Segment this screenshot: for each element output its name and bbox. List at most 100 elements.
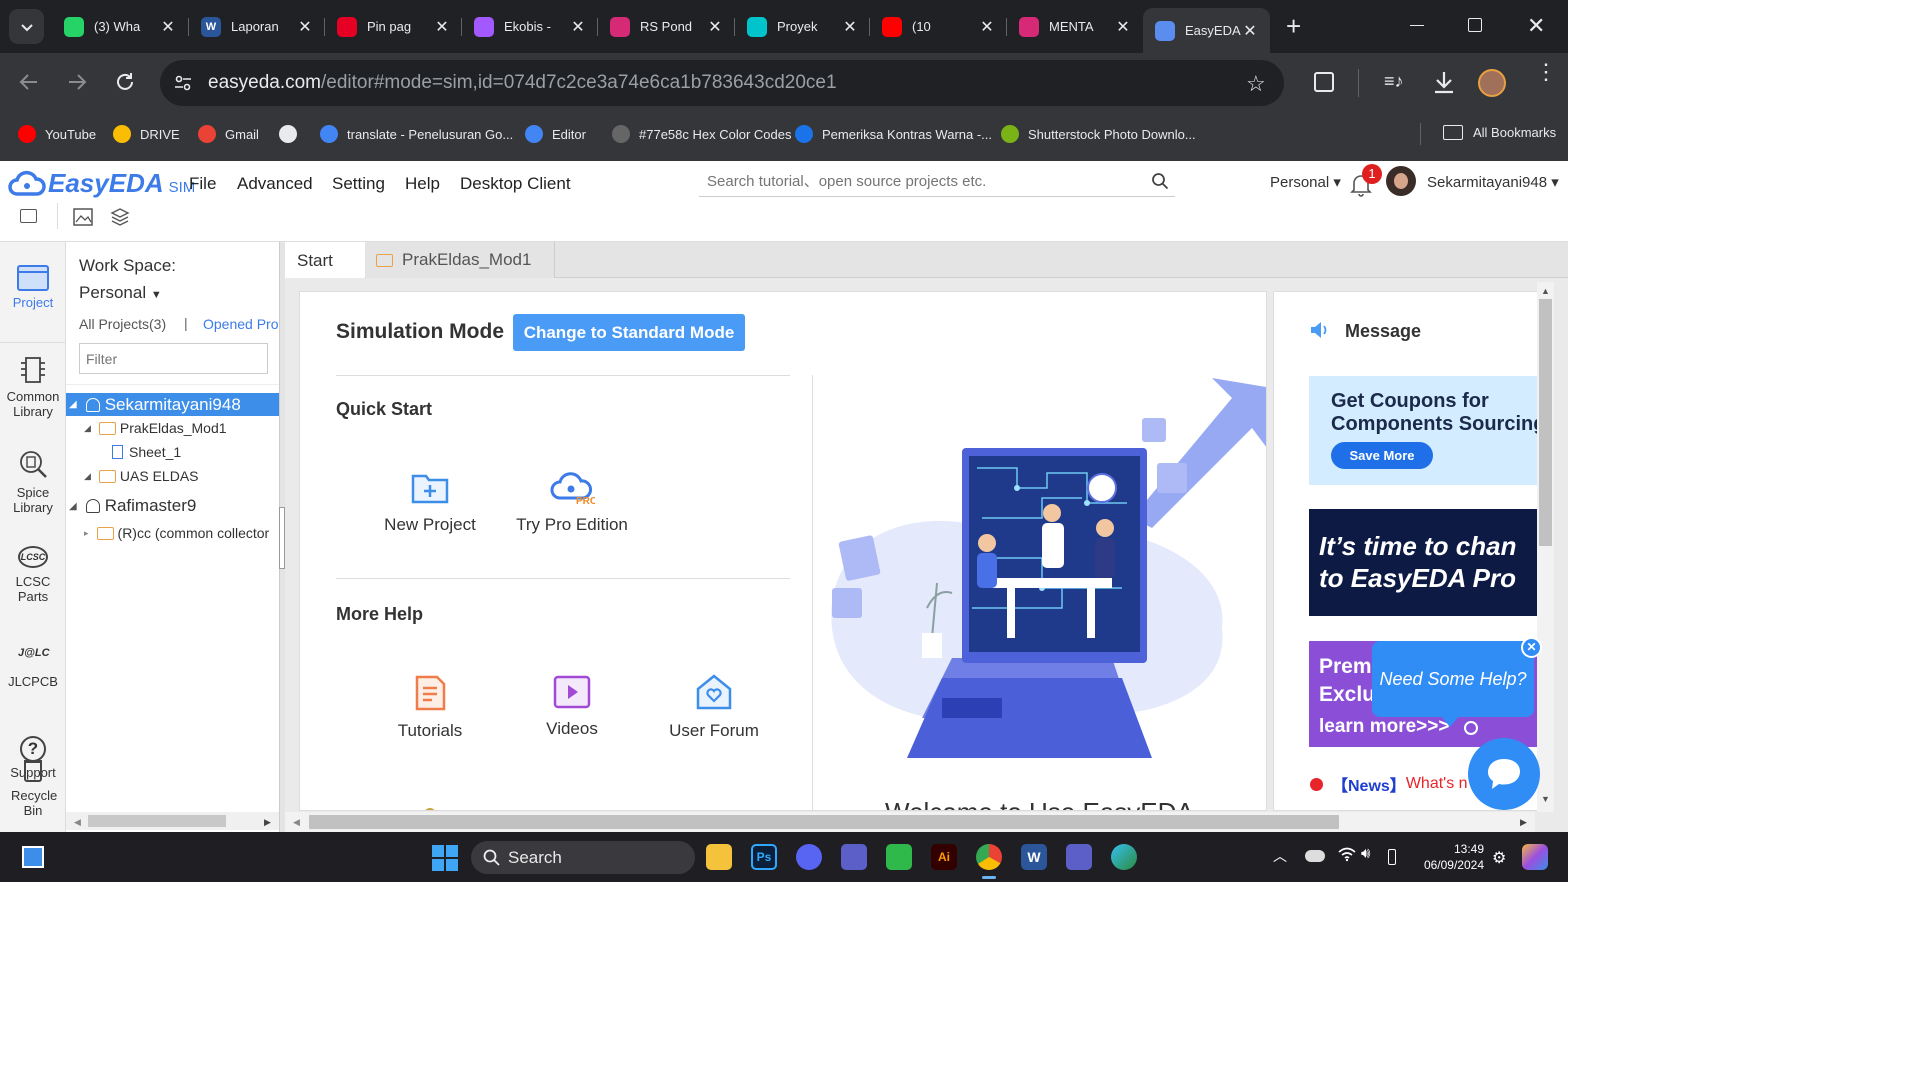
browser-tab[interactable]: Pin pag ✕ (325, 8, 462, 45)
site-info-icon[interactable] (172, 72, 194, 94)
download-icon[interactable] (1432, 69, 1456, 100)
expand-arrow-icon[interactable]: ▸ (84, 528, 89, 539)
tree-node-project[interactable]: ◢ UAS ELDAS (84, 468, 199, 484)
browser-tab[interactable]: W Laporan ✕ (189, 8, 325, 45)
filter-input[interactable] (79, 343, 268, 374)
minimize-button[interactable] (1408, 12, 1426, 30)
bookmark-item[interactable]: translate - Penelusuran Go... (320, 125, 513, 143)
nav-recycle-bin[interactable]: Recycle Bin (0, 760, 66, 818)
workspace-select[interactable]: Personal ▼ (79, 283, 162, 303)
browser-tab[interactable]: (10 ✕ (870, 8, 1007, 45)
nav-project[interactable]: Project (0, 262, 66, 310)
change-mode-button[interactable]: Change to Standard Mode (513, 314, 745, 351)
search-input[interactable] (707, 169, 1137, 193)
tree-node-sheet[interactable]: Sheet_1 (112, 444, 181, 460)
menu-help[interactable]: Help (405, 174, 440, 194)
try-pro-button[interactable]: PRO Try Pro Edition (507, 470, 637, 535)
collapse-arrow-icon[interactable]: ◢ (84, 471, 91, 482)
photoshop-icon[interactable]: Ps (751, 844, 777, 870)
restore-button[interactable] (1468, 18, 1482, 32)
bookmark-item[interactable]: DRIVE (113, 125, 180, 143)
vertical-scrollbar[interactable]: ▲ ▼ (1537, 282, 1554, 812)
panel-horizontal-scrollbar[interactable]: ◀ ▶ (66, 812, 280, 830)
nav-jlcpcb[interactable]: J@LC JLCPCB (0, 642, 66, 689)
all-projects-tab[interactable]: All Projects(3) (79, 316, 166, 332)
close-bubble-button[interactable]: ✕ (1521, 637, 1542, 658)
save-more-button[interactable]: Save More (1331, 442, 1433, 469)
opened-projects-tab[interactable]: Opened Pro (203, 316, 280, 332)
word-icon[interactable]: W (1021, 844, 1047, 870)
open-folder-icon[interactable] (20, 209, 37, 223)
coupon-banner[interactable]: Get Coupons for Components Sourcing Save… (1309, 376, 1537, 485)
file-explorer-icon[interactable] (706, 844, 732, 870)
tree-node-project[interactable]: ◢ PrakEldas_Mod1 (84, 420, 227, 436)
bookmark-item[interactable]: Shutterstock Photo Downlo... (1001, 125, 1196, 143)
close-tab-icon[interactable]: ✕ (160, 17, 176, 37)
close-window-button[interactable]: ✕ (1527, 13, 1545, 39)
user-avatar[interactable] (1386, 166, 1416, 196)
tree-node-user[interactable]: ◢ Rafimaster9 (66, 496, 196, 516)
chrome-icon[interactable] (976, 844, 1002, 870)
menu-desktop-client[interactable]: Desktop Client (460, 174, 571, 194)
bookmark-item[interactable]: Pemeriksa Kontras Warna -... (795, 125, 992, 143)
bookmark-item[interactable]: Gmail (198, 125, 259, 143)
profile-avatar[interactable] (1478, 69, 1506, 97)
collapse-arrow-icon[interactable]: ◢ (84, 423, 91, 434)
workspace-dropdown[interactable]: Personal ▾ (1270, 173, 1341, 191)
nav-common-library[interactable]: Common Library (0, 354, 66, 419)
menu-advanced[interactable]: Advanced (237, 174, 313, 194)
help-bubble[interactable]: Need Some Help? (1372, 641, 1534, 717)
browser-tab[interactable]: Ekobis - ✕ (462, 8, 598, 45)
tree-node-project[interactable]: ▸ (R)cc (common collector (84, 525, 280, 541)
teams-work-icon[interactable] (1066, 844, 1092, 870)
teams-icon[interactable] (841, 844, 867, 870)
tab-search-button[interactable] (9, 9, 44, 44)
news-item[interactable]: 【News】 What's n (1310, 772, 1468, 796)
menu-setting[interactable]: Setting (332, 174, 385, 194)
pro-banner[interactable]: It’s time to chan to EasyEDA Pro (1309, 509, 1537, 616)
all-bookmarks[interactable]: All Bookmarks (1443, 125, 1556, 140)
volume-icon[interactable]: 🔊︎ (1361, 845, 1370, 862)
browser-tab[interactable]: RS Pond ✕ (598, 8, 735, 45)
browser-tab[interactable]: EasyEDA ✕ (1143, 8, 1270, 53)
image-export-icon[interactable] (73, 208, 93, 231)
close-tab-icon[interactable]: ✕ (979, 17, 995, 37)
menu-file[interactable]: File (189, 174, 216, 194)
collapse-arrow-icon[interactable]: ◢ (69, 399, 77, 410)
bookmark-item[interactable] (279, 125, 306, 143)
green-app-icon[interactable] (886, 844, 912, 870)
clock[interactable]: 13:49 06/09/2024 (1412, 841, 1484, 873)
videos-button[interactable]: Videos (507, 674, 637, 739)
media-control-icon[interactable]: ≡♪ (1384, 71, 1404, 92)
search-box[interactable] (699, 167, 1175, 197)
copilot-icon[interactable] (1522, 844, 1548, 870)
user-forum-button[interactable]: User Forum (649, 672, 779, 741)
reload-button[interactable] (114, 71, 136, 98)
new-project-button[interactable]: New Project (365, 470, 495, 535)
discord-icon[interactable] (796, 844, 822, 870)
nav-lcsc-parts[interactable]: LCSC LCSC Parts (0, 546, 66, 604)
settings-icon[interactable]: ⚙︎ (1492, 848, 1506, 868)
close-tab-icon[interactable]: ✕ (707, 17, 723, 37)
close-tab-icon[interactable]: ✕ (297, 17, 313, 37)
close-tab-icon[interactable]: ✕ (434, 17, 450, 37)
bookmark-item[interactable]: YouTube (18, 125, 96, 143)
close-tab-icon[interactable]: ✕ (1242, 21, 1258, 41)
nav-spice-library[interactable]: Spice Library (0, 448, 66, 515)
wifi-icon[interactable] (1338, 846, 1356, 867)
new-tab-button[interactable]: + (1286, 13, 1301, 39)
taskbar-search[interactable]: Search (471, 841, 695, 874)
tree-node-user[interactable]: ◢ Sekarmitayani948 (66, 393, 279, 416)
close-tab-icon[interactable]: ✕ (570, 17, 586, 37)
bookmark-item[interactable]: #77e58c Hex Color Codes (612, 125, 791, 143)
browser-tab[interactable]: MENTA ✕ (1007, 8, 1143, 45)
windows-start-button[interactable] (432, 845, 458, 871)
layers-icon[interactable] (110, 207, 130, 232)
close-tab-icon[interactable]: ✕ (1115, 17, 1131, 37)
close-tab-icon[interactable]: ✕ (842, 17, 858, 37)
edge-icon[interactable] (1111, 844, 1137, 870)
forward-button[interactable] (66, 71, 88, 98)
browser-tab[interactable]: Proyek ✕ (735, 8, 870, 45)
collapse-arrow-icon[interactable]: ◢ (69, 501, 77, 512)
onedrive-icon[interactable] (1305, 850, 1325, 862)
